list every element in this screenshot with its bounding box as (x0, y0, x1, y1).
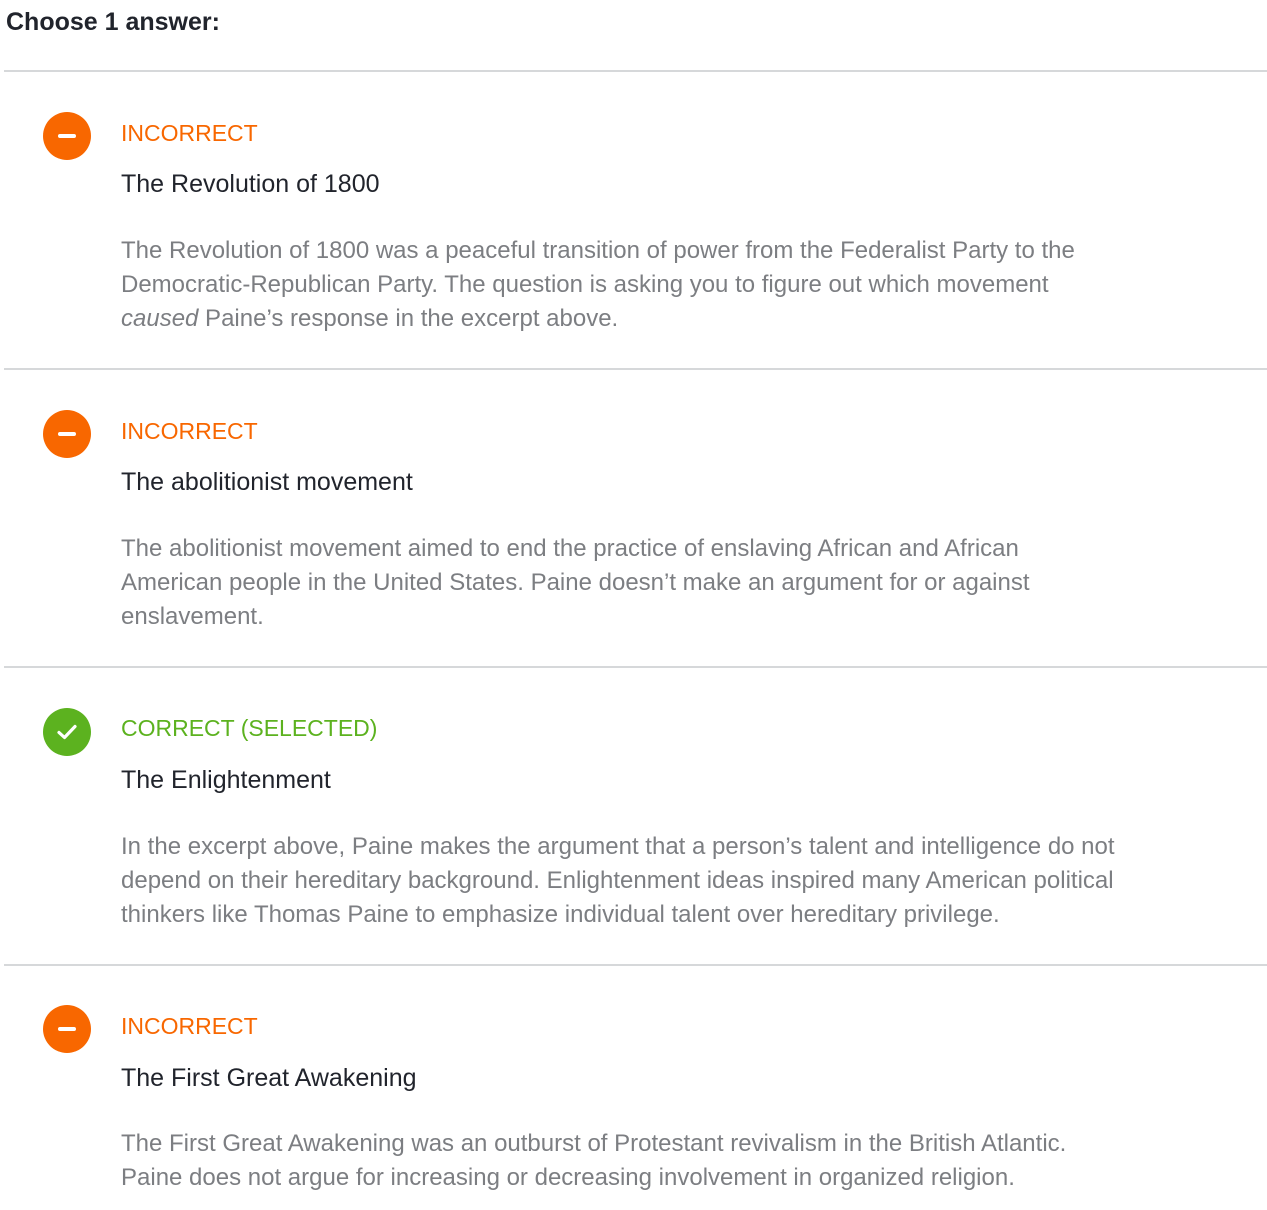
choice-text: The Enlightenment (121, 766, 331, 794)
explanation-line: caused Paine’s response in the excerpt a… (121, 302, 1251, 336)
checkmark-icon (43, 708, 91, 756)
explanation-line: thinkers like Thomas Paine to emphasize … (121, 901, 1000, 928)
status-label: INCORRECT (121, 418, 258, 444)
status-label: INCORRECT (121, 120, 258, 146)
incorrect-minus-icon (43, 410, 91, 458)
choice-text: The First Great Awakening (121, 1064, 417, 1092)
explanation-line: The abolitionist movement aimed to end t… (121, 535, 1019, 562)
divider (4, 964, 1267, 966)
status-label: CORRECT (SELECTED) (121, 715, 378, 741)
incorrect-minus-icon (43, 1005, 91, 1053)
explanation-line: depend on their hereditary background. E… (121, 867, 1114, 894)
choice-explanation: In the excerpt above, Paine makes the ar… (121, 830, 1251, 932)
status-label: INCORRECT (121, 1013, 258, 1039)
question-prompt: Choose 1 answer: (6, 8, 220, 36)
explanation-line: The Revolution of 1800 was a peaceful tr… (121, 237, 1075, 264)
explanation-line-rest: Paine’s response in the excerpt above. (198, 305, 619, 332)
divider (4, 70, 1267, 72)
choice-explanation: The First Great Awakening was an outburs… (121, 1127, 1251, 1195)
divider (4, 368, 1267, 370)
choice-explanation: The abolitionist movement aimed to end t… (121, 532, 1251, 634)
incorrect-minus-icon (43, 112, 91, 160)
emphasis-text: caused (121, 305, 199, 332)
explanation-line: enslavement. (121, 603, 264, 630)
choice-text: The Revolution of 1800 (121, 170, 380, 198)
choice-text: The abolitionist movement (121, 468, 413, 496)
explanation-line: The First Great Awakening was an outburs… (121, 1130, 1067, 1157)
explanation-line: American people in the United States. Pa… (121, 569, 1030, 596)
explanation-line: Democratic-Republican Party. The questio… (121, 271, 1049, 298)
choice-explanation: The Revolution of 1800 was a peaceful tr… (121, 234, 1251, 336)
explanation-line: In the excerpt above, Paine makes the ar… (121, 833, 1115, 860)
explanation-line: Paine does not argue for increasing or d… (121, 1164, 1015, 1191)
divider (4, 666, 1267, 668)
